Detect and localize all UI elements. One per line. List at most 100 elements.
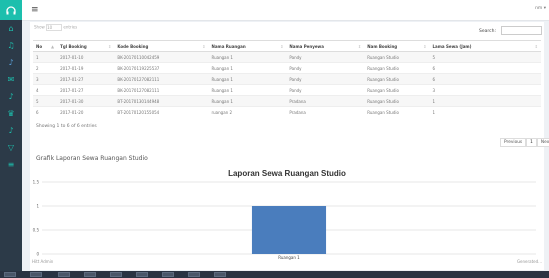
column-header-label: Lama Sewa (Jam) <box>432 43 472 49</box>
table-cell: Pandy <box>286 73 365 85</box>
column-header-label: Nama Ruangan <box>211 43 246 49</box>
top-navbar: ≡ nm ▾ <box>22 0 549 21</box>
column-header[interactable]: Kode Booking ⇕ <box>114 40 209 52</box>
table-cell: BT-20170120155054 <box>114 106 209 117</box>
table-cell: 1 <box>33 51 58 63</box>
y-tick-label: 1 <box>36 204 39 209</box>
table-cell: 3 <box>429 84 541 96</box>
column-header[interactable]: Lama Sewa (Jam) ⇕ <box>429 40 541 52</box>
table-cell: BK-20170119225537 <box>114 62 209 74</box>
sort-icon: ⇕ <box>357 44 362 49</box>
previous-button[interactable]: Previous <box>500 138 527 147</box>
sidebar-item[interactable]: ♫ <box>0 37 22 54</box>
table-row[interactable]: 3 2017-01-27 BK-20170127082111 Ruangan 1 Pan… <box>33 73 541 85</box>
table-cell: 2017-01-10 <box>57 51 115 63</box>
start-button[interactable] <box>4 272 16 277</box>
mic-icon: ♪ <box>8 91 14 101</box>
table-cell: Ruangan Studio <box>364 51 430 63</box>
table-cell: ruangan 2 <box>208 106 287 117</box>
table-row[interactable]: 1 2017-01-10 BK-20170110042459 Ruangan 1 Pan… <box>33 51 541 63</box>
chart-footer-left: Hitt Admin <box>32 259 54 264</box>
user-menu[interactable]: nm ▾ <box>535 6 546 11</box>
table-cell: BK-20170110042459 <box>114 51 209 63</box>
table-cell: 4 <box>33 84 58 96</box>
column-header[interactable]: Nama Ruangan ⇕ <box>208 40 287 52</box>
sort-icon: ▲ <box>51 44 55 49</box>
table-row[interactable]: 4 2017-01-27 BK-20170127082111 Ruangan 1 Pan… <box>33 84 541 96</box>
entries-select[interactable]: 10 <box>46 24 63 31</box>
column-header-label: Tgl Booking <box>60 43 87 49</box>
sort-icon: ⇕ <box>107 44 112 49</box>
column-header-label: Nama Penyewa <box>289 43 324 49</box>
table-cell: Ruangan 1 <box>208 73 287 85</box>
table-cell: 2017-01-27 <box>57 84 115 96</box>
taskbar-app-button[interactable] <box>84 272 96 277</box>
sidebar-item[interactable]: ≡ <box>0 156 22 173</box>
taskbar-app-button[interactable] <box>188 272 200 277</box>
pagination: Previous 1 Next <box>500 138 549 147</box>
table-cell: 2 <box>33 62 58 74</box>
sidebar-item[interactable]: ✉ <box>0 71 22 88</box>
menu-toggle-icon[interactable]: ≡ <box>31 5 39 15</box>
x-tick-label: Ruangan 1 <box>278 255 300 260</box>
table-cell: 2017-01-19 <box>57 62 115 74</box>
booking-table-panel: Show 10 entries Search: No ▲ Tgl Booking ⇕ K… <box>30 22 549 152</box>
brand-logo[interactable] <box>0 0 22 20</box>
taskbar <box>0 271 549 278</box>
page-button[interactable]: 1 <box>526 138 537 147</box>
next-button[interactable]: Next <box>536 138 549 147</box>
sort-icon: ⇕ <box>202 44 206 49</box>
taskbar-app-button[interactable] <box>30 272 42 277</box>
table-row[interactable]: 5 2017-01-30 BT-20170130144948 Ruangan 1 Pra… <box>33 95 541 107</box>
table-cell: 5 <box>429 51 541 63</box>
entries-label: entries <box>63 24 78 30</box>
table-cell: Ruangan 1 <box>208 62 287 74</box>
table-cell: Ruangan Studio <box>364 84 430 96</box>
table-cell: 5 <box>33 95 58 107</box>
sidebar-item[interactable]: ▽ <box>0 139 22 156</box>
search-input[interactable] <box>501 26 542 35</box>
column-header[interactable]: Nama Penyewa ⇕ <box>286 40 365 52</box>
table-row[interactable]: 2 2017-01-19 BK-20170119225537 Ruangan 1 Pan… <box>33 62 541 74</box>
music-note-icon: ♪ <box>8 125 14 135</box>
table-cell: BK-20170127082111 <box>114 73 209 85</box>
table-cell: Pandy <box>286 62 365 74</box>
column-header[interactable]: Nam Booking ⇕ <box>364 40 430 52</box>
table-cell: 1 <box>429 95 541 107</box>
sidebar-item[interactable]: ⌂ <box>0 20 22 37</box>
sort-icon: ⇕ <box>280 44 284 49</box>
sidebar-item[interactable]: ♪ <box>0 88 22 105</box>
taskbar-app-button[interactable] <box>214 272 226 277</box>
table-cell: 2017-01-20 <box>57 106 115 117</box>
sidebar-item[interactable]: ♪ <box>0 54 22 71</box>
y-tick-label: 1.5 <box>33 180 40 185</box>
table-cell: Pandy <box>286 84 365 96</box>
taskbar-app-button[interactable] <box>162 272 174 277</box>
column-header-label: Nam Booking <box>367 43 398 49</box>
table-row[interactable]: 6 2017-01-20 BT-20170120155054 ruangan 2 Pra… <box>33 106 541 117</box>
column-header[interactable]: Tgl Booking ⇕ <box>57 40 115 52</box>
table-cell: Ruangan Studio <box>364 106 430 117</box>
table-cell: Ruangan 1 <box>208 95 287 107</box>
table-cell: Ruangan Studio <box>364 73 430 85</box>
table-cell: Pradana <box>286 95 365 107</box>
sidebar-item[interactable]: ♪ <box>0 122 22 139</box>
chart-heading: Grafik Laporan Sewa Ruangan Studio <box>36 155 148 162</box>
table-cell: Ruangan Studio <box>364 95 430 107</box>
filter-icon: ▽ <box>7 142 15 152</box>
headphones-icon: ♫ <box>7 40 15 50</box>
table-cell: Ruangan 1 <box>208 51 287 63</box>
table-cell: BT-20170130144948 <box>114 95 209 107</box>
taskbar-app-button[interactable] <box>58 272 70 277</box>
show-label: Show <box>34 24 45 30</box>
table-info: Showing 1 to 6 of 6 entries <box>36 124 97 129</box>
table-cell: 6 <box>429 73 541 85</box>
sidebar: ⌂ ♫ ♪ ✉ ♪ ♛ ♪ ▽ ≡ <box>0 0 22 278</box>
taskbar-app-button[interactable] <box>110 272 122 277</box>
taskbar-app-button[interactable] <box>136 272 148 277</box>
sidebar-item[interactable]: ♛ <box>0 105 22 122</box>
list-icon: ≡ <box>7 159 15 169</box>
booking-table: No ▲ Tgl Booking ⇕ Kode Booking ⇕ Nama Ruangan… <box>33 40 541 117</box>
chart-panel: Grafik Laporan Sewa Ruangan Studio Lapor… <box>30 152 544 270</box>
column-header[interactable]: No ▲ <box>33 40 58 52</box>
